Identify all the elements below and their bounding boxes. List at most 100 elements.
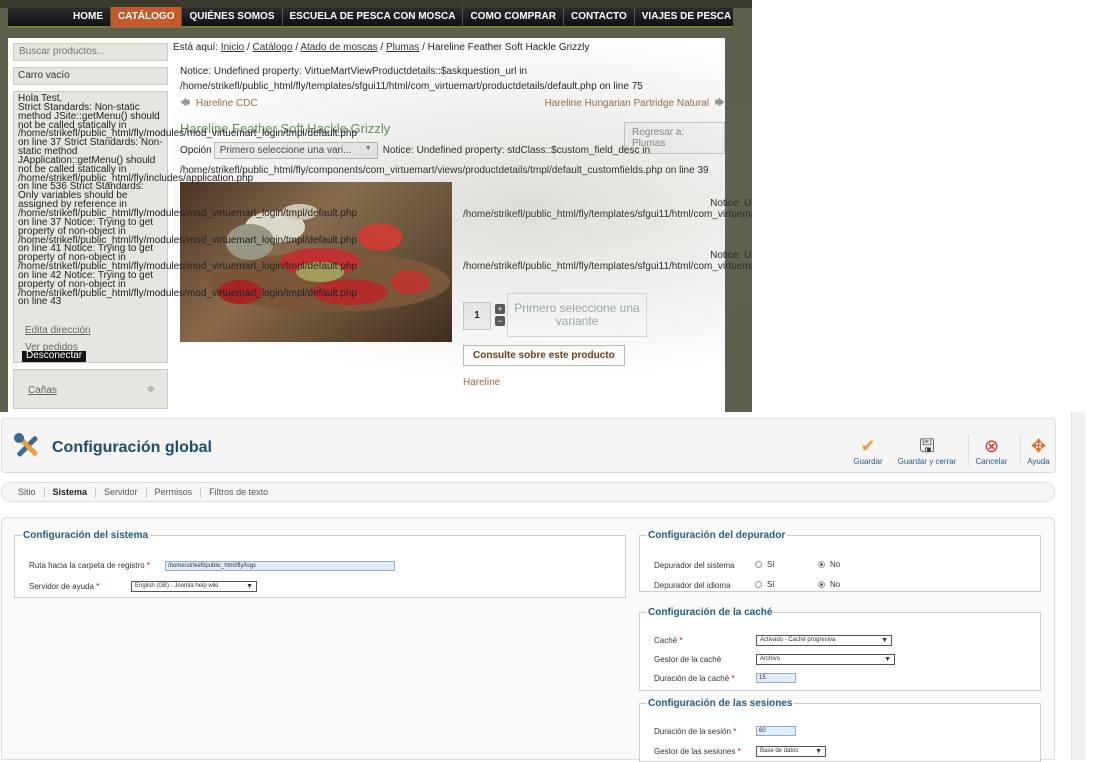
session-legend: Configuración de las sesiones [648,698,793,709]
debug-system-label: Depurador del sistema [654,561,735,570]
breadcrumb-plumas[interactable]: Plumas [386,42,419,53]
session-handler-label: Gestor de las sesiones * [654,747,741,756]
tab-permisos[interactable]: Permisos [145,486,201,498]
system-fieldset: Configuración del sistema Ruta hacia la … [14,530,626,598]
debug-fieldset: Configuración del depurador Depurador de… [639,530,1041,592]
cache-time-text: Duración de la caché [654,674,730,683]
radio-icon [755,561,762,569]
logout-button[interactable]: Desconectar [22,351,87,362]
required-mark: * [737,747,741,756]
config-panel: Configuración del sistema Ruta hacia la … [1,517,1055,762]
radio-selected-icon [818,561,825,569]
required-mark: * [96,582,100,591]
ask-question-button[interactable]: Consulte sobre este producto [463,345,625,366]
help-icon: ✥ [1030,436,1047,456]
notice-right-2: Notice: Und /home/strikefl/public_html/f… [463,250,752,272]
cancel-button[interactable]: ⊗ Cancelar [968,435,1014,466]
radio-icon [755,581,762,589]
cache-handler-label: Gestor de la caché [654,655,722,664]
save-close-label: Guardar y cerrar [897,457,957,466]
notice-head: Notice: Und [710,198,752,209]
breadcrumb-atado[interactable]: Atado de moscas [300,42,377,53]
notice-line: Notice: Undefined property: VirtueMartVi… [180,66,528,77]
tab-sistema[interactable]: Sistema [43,486,96,498]
main-nav: HOME CATÁLOGO QUIÉNES SOMOS ESCUELA DE P… [8,7,733,28]
yes-label: Sí [767,580,775,589]
quantity-input[interactable]: 1 [463,302,491,330]
help-button[interactable]: ✥ Ayuda [1020,435,1056,466]
tab-sitio[interactable]: Sitio [10,487,44,498]
system-legend: Configuración del sistema [23,530,149,541]
breadcrumb-inicio[interactable]: Inicio [221,42,244,53]
debug-language-no[interactable]: No [818,580,840,589]
admin-screenshot: Configuración global ✔ Guardar 🖫 Guardar… [0,412,1100,762]
tab-servidor[interactable]: Servidor [95,486,146,498]
cache-legend: Configuración de la caché [648,607,773,618]
cache-handler-select[interactable]: Archivo [756,654,895,665]
next-label: Hareline Hungarian Partridge Natural [544,98,710,109]
notice-path: /home/strikefl/public_html/fly/templates… [463,209,752,220]
radio-selected-icon [818,581,825,589]
save-label: Guardar [853,457,883,466]
nav-home[interactable]: HOME [66,7,110,27]
debug-system-no[interactable]: No [818,560,840,569]
help-server-select[interactable]: English (GB) - Joomla help wiki [131,581,257,592]
plus-icon[interactable]: + [495,304,505,314]
breadcrumb: Está aquí: Inicio / Catálogo / Atado de … [173,42,590,53]
cache-select[interactable]: Activado - Caché progresiva [756,635,892,646]
admin-header: Configuración global ✔ Guardar 🖫 Guardar… [1,418,1056,473]
cart-status[interactable]: Carro vacío [13,67,168,85]
required-mark: * [146,561,150,570]
next-product-link[interactable]: Hareline Hungarian Partridge Natural 🡆 [545,96,725,113]
scrollbar[interactable] [1071,412,1085,760]
session-handler-select[interactable]: Base de datos [756,746,826,757]
cache-label: Caché * [654,636,682,645]
arrow-right-icon: 🡆 [714,98,725,109]
nav-viajes[interactable]: VIAJES DE PESCA [633,7,738,27]
log-label-text: Ruta hacia la carpeta de registro [29,561,145,570]
check-icon: ✔ [860,436,876,456]
breadcrumb-catalogo[interactable]: Catálogo [253,42,293,53]
save-button[interactable]: ✔ Guardar [850,435,886,466]
shop-screenshot: HOME CATÁLOGO QUIÉNES SOMOS ESCUELA DE P… [0,0,752,412]
page-title: Configuración global [52,439,212,456]
search-input[interactable]: Buscar productos... [13,43,168,61]
yes-label: Sí [767,560,775,569]
edit-address-link[interactable]: Edita dirección [25,326,91,336]
no-label: No [830,560,841,569]
minus-icon[interactable]: − [495,316,505,326]
save-close-button[interactable]: 🖫 Guardar y cerrar [892,435,962,466]
notice-right-1: Notice: Und /home/strikefl/public_html/f… [463,198,752,220]
nav-catalogo[interactable]: CATÁLOGO [110,7,182,27]
debug-system-yes[interactable]: Sí [755,560,775,569]
debug-language-yes[interactable]: Sí [755,580,775,589]
no-label: No [830,580,841,589]
session-time-label: Duración de la sesión * [654,727,736,736]
config-tabs: Sitio Sistema Servidor Permisos Filtros … [1,482,1055,502]
tools-icon [14,433,38,457]
log-path-input[interactable]: /home/strikefl/public_html/fly/logs [165,561,395,571]
debug-legend: Configuración del depurador [648,530,786,541]
category-box: Cañas ≑ [13,369,168,409]
breadcrumb-prefix: Está aquí: [173,42,219,53]
nav-como-comprar[interactable]: COMO COMPRAR [462,7,563,27]
cache-time-label: Duración de la caché * [654,674,735,683]
nav-contacto[interactable]: CONTACTO [563,7,634,27]
manufacturer-link[interactable]: Hareline [463,377,500,388]
required-mark: * [731,674,735,683]
add-to-cart-placeholder: Primero seleccione una variante [507,293,647,337]
login-module: Hola Test, Strict Standards: Non-static … [13,91,357,363]
category-link[interactable]: Cañas [28,385,57,396]
help-label-text: Servidor de ayuda [29,582,94,591]
breadcrumb-current: Hareline Feather Soft Hackle Grizzly [427,42,590,53]
session-time-text: Duración de la sesión [654,727,731,736]
session-time-input[interactable]: 60 [756,726,796,736]
cache-time-input[interactable]: 15 [756,673,796,683]
expand-icon[interactable]: ≑ [147,384,155,395]
nav-quienes-somos[interactable]: QUIÉNES SOMOS [181,7,281,27]
session-fieldset: Configuración de las sesiones Duración d… [639,698,1041,762]
notice-path: /home/strikefl/public_html/fly/templates… [463,261,752,272]
cache-label-text: Caché [654,636,678,645]
nav-escuela[interactable]: ESCUELA DE PESCA CON MOSCA [281,7,463,27]
tab-filtros[interactable]: Filtros de texto [200,486,276,498]
